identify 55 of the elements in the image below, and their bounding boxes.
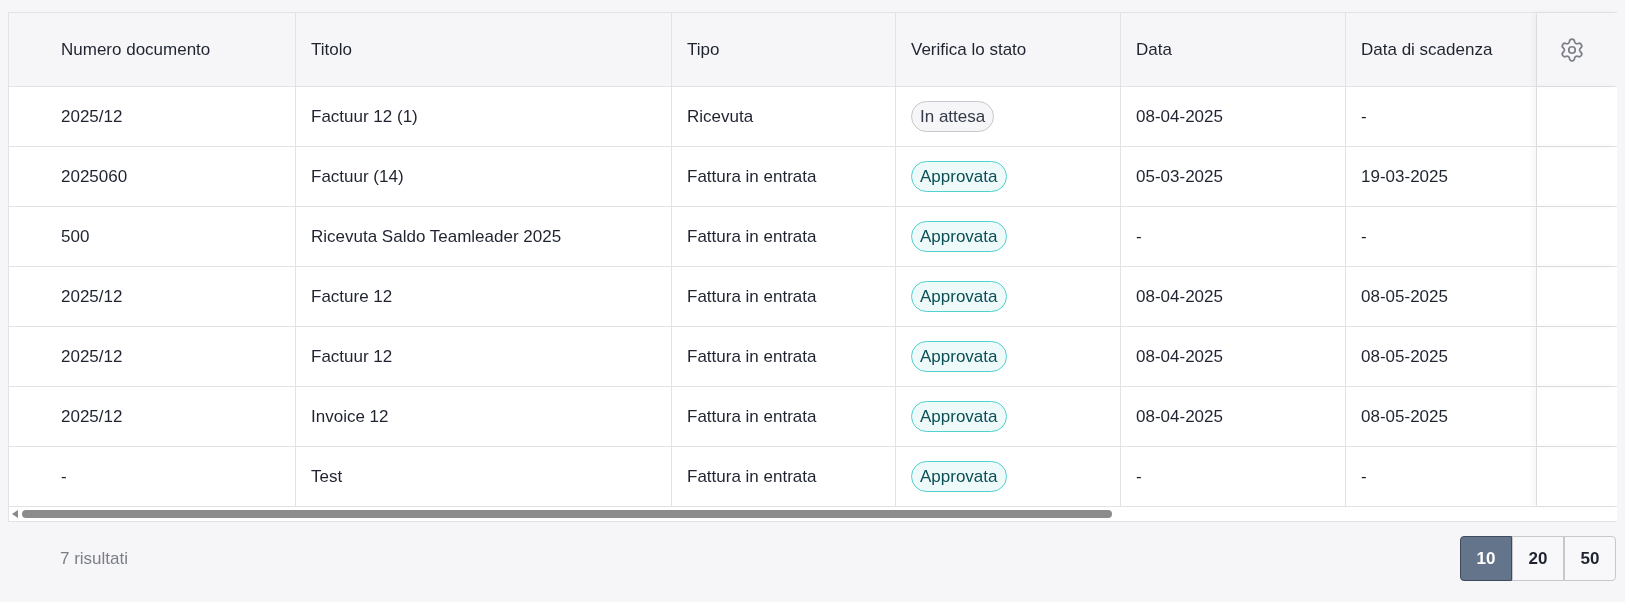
table-cell-text: 08-05-2025 — [1361, 345, 1448, 368]
scrollbar-thumb[interactable] — [22, 510, 1112, 518]
table-cell-text: Fattura in entrata — [687, 345, 817, 368]
status-badge: Approvata — [911, 280, 1007, 313]
table-cell-text: 08-05-2025 — [1361, 285, 1448, 308]
table-cell-text: 2025/12 — [61, 105, 123, 128]
table-cell-text: Fattura in entrata — [687, 225, 817, 248]
column-header[interactable]: Data — [1121, 13, 1346, 86]
table-cell-text: Factuur 12 (1) — [311, 105, 418, 128]
table-cell-text: Fattura in entrata — [687, 285, 817, 308]
table-cell-text: 05-03-2025 — [1136, 165, 1223, 188]
table-cell-text: Factuur 12 — [311, 345, 393, 368]
table-cell-text: 08-04-2025 — [1136, 285, 1223, 308]
status-badge: Approvata — [911, 220, 1007, 253]
results-count: 7 risultati — [60, 547, 129, 570]
status-badge: Approvata — [911, 340, 1007, 373]
page-size-button[interactable]: 50 — [1564, 536, 1616, 581]
column-header[interactable]: Data di scadenza — [1346, 13, 1537, 86]
table-cell-text: 08-04-2025 — [1136, 105, 1223, 128]
scroll-left-icon[interactable] — [12, 510, 18, 518]
table-cell-text: Ricevuta — [687, 105, 754, 128]
table-cell-text: Factuur (14) — [311, 165, 404, 188]
column-header[interactable]: Numero documento — [9, 13, 296, 86]
status-badge: Approvata — [911, 460, 1007, 493]
status-badge: Approvata — [911, 400, 1007, 433]
status-badge: In attesa — [911, 100, 995, 133]
table-cell-text: - — [1136, 465, 1142, 488]
column-header[interactable]: Verifica lo stato — [896, 13, 1121, 86]
page-size-button[interactable]: 20 — [1512, 536, 1564, 581]
column-header[interactable]: Titolo — [296, 13, 672, 86]
column-header[interactable]: Tipo — [672, 13, 896, 86]
table-cell-text: 2025/12 — [61, 405, 123, 428]
table-cell-text: 2025/12 — [61, 285, 123, 308]
table-cell-text: 08-04-2025 — [1136, 345, 1223, 368]
table-cell-text: 19-03-2025 — [1361, 165, 1448, 188]
table-cell-text: - — [1361, 225, 1367, 248]
table-cell-text: 500 — [61, 225, 90, 248]
page-size-button[interactable]: 10 — [1460, 536, 1512, 581]
table-cell-text: Fattura in entrata — [687, 165, 817, 188]
table-cell-text: 2025/12 — [61, 345, 123, 368]
status-badge: Approvata — [911, 160, 1007, 193]
table-cell-text: 2025060 — [61, 165, 128, 188]
table-cell-text: - — [1361, 465, 1367, 488]
table-cell-text: - — [61, 465, 67, 488]
table-cell-text: Fattura in entrata — [687, 465, 817, 488]
settings-icon[interactable] — [1559, 36, 1585, 63]
table-cell-text: Test — [311, 465, 343, 488]
table-cell-text: Fattura in entrata — [687, 405, 817, 428]
table-cell-text: Facture 12 — [311, 285, 393, 308]
table-cell-text: - — [1361, 105, 1367, 128]
table-cell-text: 08-04-2025 — [1136, 405, 1223, 428]
table-cell-text: 08-05-2025 — [1361, 405, 1448, 428]
table-cell-text: Invoice 12 — [311, 405, 389, 428]
table-cell-text: - — [1136, 225, 1142, 248]
table-cell-text: Ricevuta Saldo Teamleader 2025 — [311, 225, 562, 248]
